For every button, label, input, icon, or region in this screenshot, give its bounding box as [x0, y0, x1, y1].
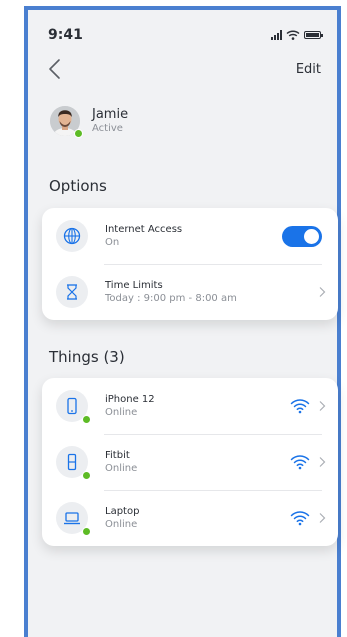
device-row-iphone[interactable]: iPhone 12 Online: [42, 378, 338, 434]
device-online-dot: [82, 415, 91, 424]
device-online-dot: [82, 527, 91, 536]
internet-access-value: On: [105, 237, 120, 248]
device-name: Fitbit: [105, 450, 130, 461]
device-status: Online: [105, 407, 138, 418]
device-row-laptop[interactable]: Laptop Online: [42, 490, 338, 546]
device-name: Laptop: [105, 506, 140, 517]
wifi-icon: [290, 455, 310, 470]
chevron-right-icon: [319, 401, 326, 411]
battery-icon: [304, 31, 323, 39]
chevron-right-icon: [319, 457, 326, 467]
status-bar: 9:41: [48, 24, 323, 46]
phone-icon: [56, 390, 91, 424]
back-chevron-icon[interactable]: [46, 58, 66, 80]
internet-access-label: Internet Access: [105, 224, 183, 235]
status-icons: [271, 30, 323, 40]
online-status-dot: [74, 129, 83, 138]
wifi-status-icon: [286, 30, 300, 40]
device-online-dot: [82, 471, 91, 480]
profile-status: Active: [92, 123, 123, 134]
device-row-fitbit[interactable]: Fitbit Online: [42, 434, 338, 490]
status-time: 9:41: [48, 27, 83, 43]
phone-frame: 9:41 Edit Jamie Active Options Internet …: [24, 6, 341, 637]
things-heading: Things (3): [49, 348, 125, 366]
options-heading: Options: [49, 177, 107, 195]
time-limits-value: Today : 9:00 pm - 8:00 am: [105, 293, 237, 304]
device-status: Online: [105, 519, 138, 530]
laptop-icon: [56, 502, 91, 536]
wifi-icon: [290, 399, 310, 414]
device-name: iPhone 12: [105, 394, 155, 405]
time-limits-row[interactable]: Time Limits Today : 9:00 pm - 8:00 am: [42, 264, 338, 320]
time-limits-label: Time Limits: [105, 280, 163, 291]
watch-icon: [56, 446, 91, 480]
internet-access-row[interactable]: Internet Access On: [42, 208, 338, 264]
nav-bar: Edit: [46, 56, 321, 82]
chevron-right-icon: [319, 287, 326, 297]
chevron-right-icon: [319, 513, 326, 523]
options-card: Internet Access On Time Limits Today : 9…: [42, 208, 338, 320]
things-card: iPhone 12 Online Fitbit Online Laptop On…: [42, 378, 338, 546]
signal-icon: [271, 30, 282, 40]
hourglass-icon: [56, 276, 88, 308]
internet-access-toggle[interactable]: [282, 225, 322, 247]
edit-button[interactable]: Edit: [296, 62, 321, 77]
device-status: Online: [105, 463, 138, 474]
profile-header: Jamie Active: [50, 106, 129, 138]
wifi-icon: [290, 511, 310, 526]
globe-icon: [56, 220, 88, 252]
avatar: [50, 106, 83, 138]
profile-name: Jamie: [92, 107, 129, 122]
